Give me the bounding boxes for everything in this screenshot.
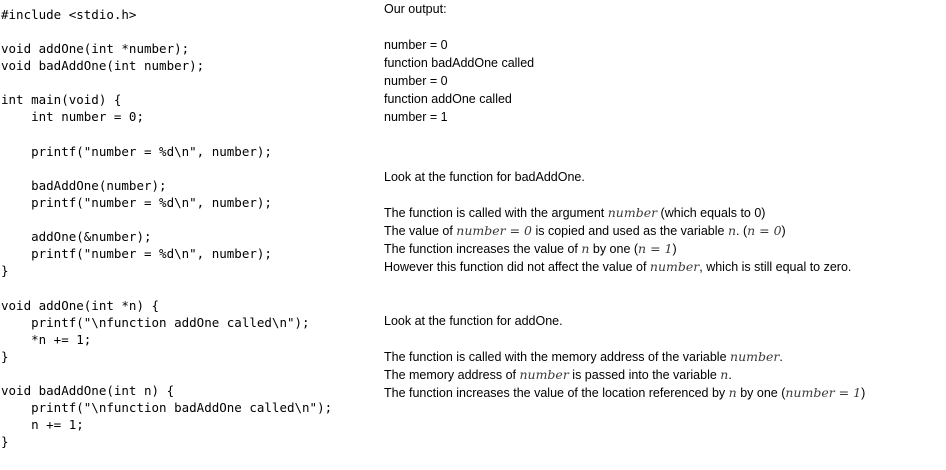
good-line-3: The function increases the value of the … — [384, 384, 865, 402]
text: ) — [672, 242, 677, 256]
code-line: *n += 1; — [1, 332, 92, 347]
code-line: printf("\nfunction addOne called\n"); — [1, 315, 310, 330]
bad-line-3: The function increases the value of n by… — [384, 240, 677, 258]
text: However this function did not affect the… — [384, 260, 650, 274]
text: (which equals to 0) — [657, 206, 766, 220]
text: The memory address of — [384, 368, 520, 382]
code-line: } — [1, 263, 9, 278]
code-line: void badAddOne(int n) { — [1, 383, 175, 398]
code-line: int main(void) { — [1, 92, 122, 107]
code-line: printf("number = %d\n", number); — [1, 144, 272, 159]
bad-line-4: However this function did not affect the… — [384, 258, 851, 276]
text: . — [728, 368, 732, 382]
math-var: n — [728, 385, 737, 400]
code-line: void badAddOne(int number); — [1, 58, 205, 73]
math-var: number — [649, 259, 700, 274]
text: The function is called with the memory a… — [384, 350, 731, 364]
output-heading: Our output: — [384, 2, 447, 16]
text: , which is still equal to zero. — [699, 260, 852, 274]
code-line: void addOne(int *number); — [1, 41, 190, 56]
output-line: function addOne called — [384, 92, 512, 106]
code-line: printf("number = %d\n", number); — [1, 246, 272, 261]
math-expr: number = 0 — [456, 223, 532, 238]
math-expr: n = 1 — [638, 241, 673, 256]
bad-line-2: The value of number = 0 is copied and us… — [384, 222, 786, 240]
math-var: number — [519, 367, 569, 382]
text: by one ( — [736, 386, 786, 400]
text: is passed into the variable — [568, 368, 721, 382]
text: is copied and used as the variable — [531, 224, 728, 238]
math-var: number — [730, 349, 780, 364]
code-line: printf("number = %d\n", number); — [1, 195, 272, 210]
good-line-2: The memory address of number is passed i… — [384, 366, 732, 384]
bad-intro: Look at the function for badAddOne. — [384, 170, 585, 184]
math-expr: number = 1 — [785, 385, 862, 400]
output-line: function badAddOne called — [384, 56, 535, 70]
text: ) — [861, 386, 866, 400]
good-line-1: The function is called with the memory a… — [384, 348, 783, 366]
code-line: int number = 0; — [1, 109, 144, 124]
code-line: n += 1; — [1, 417, 84, 432]
output-line: number = 0 — [384, 38, 448, 52]
code-line: printf("\nfunction badAddOne called\n"); — [1, 400, 333, 415]
text: ) — [781, 224, 786, 238]
code-line: } — [1, 434, 9, 449]
text: . — [779, 350, 783, 364]
code-line: #include <stdio.h> — [1, 7, 137, 22]
text: by one ( — [589, 242, 639, 256]
code-line: void addOne(int *n) { — [1, 298, 160, 313]
math-expr: n = 0 — [747, 223, 782, 238]
bad-line-1: The function is called with the argument… — [384, 204, 765, 222]
math-var: number — [607, 205, 658, 220]
output-line: number = 0 — [384, 74, 448, 88]
text: The value of — [384, 224, 457, 238]
code-line: badAddOne(number); — [1, 178, 167, 193]
code-line: } — [1, 349, 9, 364]
text: The function is called with the argument — [384, 206, 608, 220]
output-line: number = 1 — [384, 110, 448, 124]
good-intro: Look at the function for addOne. — [384, 314, 563, 328]
text: . ( — [736, 224, 748, 238]
code-line: addOne(&number); — [1, 229, 152, 244]
text: The function increases the value of — [384, 242, 582, 256]
math-var: n — [727, 223, 736, 238]
text: The function increases the value of the … — [384, 386, 729, 400]
